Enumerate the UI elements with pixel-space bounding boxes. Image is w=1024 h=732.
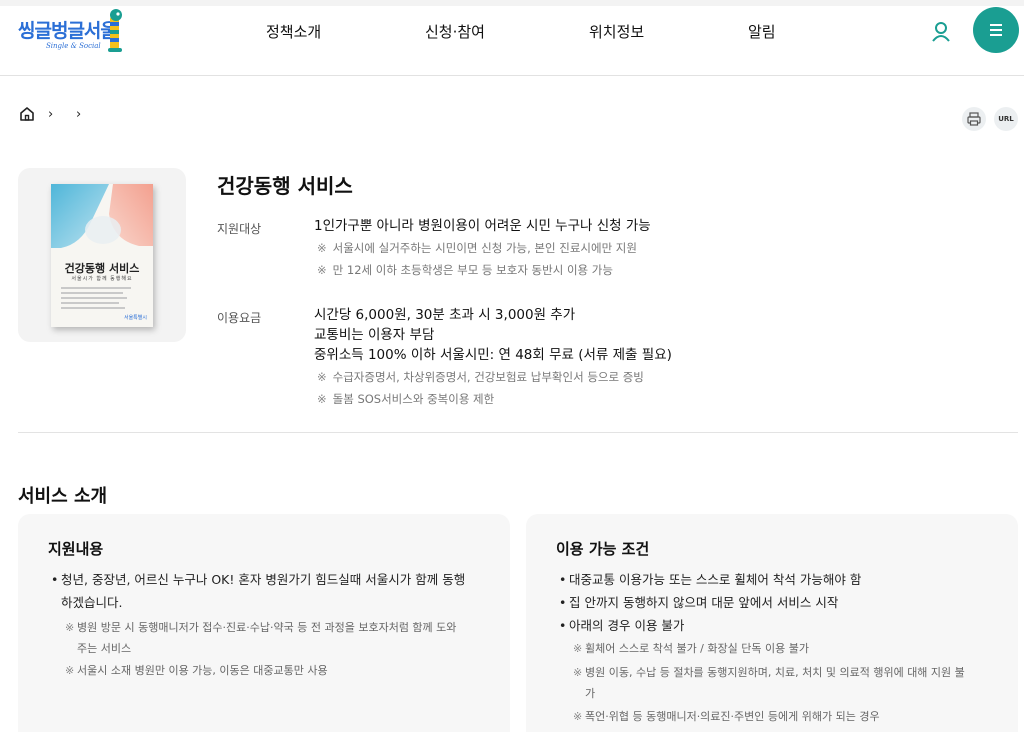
nav-policy[interactable]: 정책소개 [266,6,321,58]
poster-title: 건강동행 서비스 [64,262,140,275]
list-item-text: 집 안까지 동행하지 않으며 대문 앞에서 서비스 시작 [569,595,839,610]
hamburger-menu-button[interactable] [973,7,1019,53]
list-note: 병원 이동, 수납 등 절차를 동행지원하며, 치료, 처치 및 의료적 행위에… [573,662,973,704]
list-item: 아래의 경우 이용 불가 [559,614,979,637]
target-main: 1인가구뿐 아니라 병원이용이 어려운 시민 누구나 신청 가능 [314,218,651,234]
section-divider [18,432,1018,433]
holding-hands-illustration [51,184,153,254]
print-button[interactable] [962,107,986,131]
list-item-text: 아래의 경우 이용 불가 [569,618,685,633]
target-label: 지원대상 [217,222,262,236]
page-title: 건강동행 서비스 [217,174,353,198]
fee-note: 수급자증명서, 차상위증명서, 건강보험료 납부확인서 등으로 증빙 [317,369,644,385]
copy-url-button[interactable]: URL [994,107,1018,131]
list-note: 병원 방문 시 동행매니저가 접수·진료·수납·약국 등 전 과정을 보호자처럼… [65,617,465,659]
list-note: 휠체어 스스로 착석 불가 / 화장실 단독 이용 불가 [573,638,973,659]
poster-subtitle: 서울시가 함께 동행해요 [71,276,133,282]
user-icon[interactable] [929,20,953,44]
fee-line: 교통비는 이용자 부담 [314,327,435,343]
service-thumbnail: 건강동행 서비스 서울시가 함께 동행해요 서울특별시 [18,168,186,342]
card-title: 지원내용 [48,540,104,558]
target-note: 서울시에 실거주하는 시민이면 신청 가능, 본인 진료시에만 지원 [317,240,637,256]
list-item-text: 청년, 중장년, 어르신 누구나 OK! 혼자 병원가기 힘드실때 서울시가 함… [61,572,466,610]
fee-line: 시간당 6,000원, 30분 초과 시 3,000원 추가 [314,307,576,323]
breadcrumb: › › [18,104,92,124]
nav-location[interactable]: 위치정보 [589,6,644,58]
conditions-card: 이용 가능 조건 대중교통 이용가능 또는 스스로 휠체어 착석 가능해야 함 … [526,514,1018,732]
breadcrumb-separator: › [76,106,82,122]
card-title: 이용 가능 조건 [556,540,650,558]
printer-icon [967,112,981,126]
list-note-text: 병원 방문 시 동행매니저가 접수·진료·수납·약국 등 전 과정을 보호자처럼… [77,621,457,655]
mascot-icon [108,9,122,52]
site-header: 씽글벙글서울 Single & Social 정책소개 신청·참여 위치정보 알… [0,6,1024,76]
list-item: 청년, 중장년, 어르신 누구나 OK! 혼자 병원가기 힘드실때 서울시가 함… [51,568,471,614]
support-content-card: 지원내용 청년, 중장년, 어르신 누구나 OK! 혼자 병원가기 힘드실때 서… [18,514,510,732]
nav-notice[interactable]: 알림 [748,6,776,58]
poster-body-lines [61,287,131,312]
list-note-text: 폭언·위협 등 동행매니저·의료진·주변인 등에게 위해가 되는 경우 [585,710,880,723]
list-item: 대중교통 이용가능 또는 스스로 휠체어 착석 가능해야 함 [559,568,979,591]
breadcrumb-separator: › [48,106,54,122]
list-note-text: 휠체어 스스로 착석 불가 / 화장실 단독 이용 불가 [585,642,809,655]
list-note-text: 병원 이동, 수납 등 절차를 동행지원하며, 치료, 처치 및 의료적 행위에… [585,666,965,700]
poster-logo: 서울특별시 [123,315,147,321]
fee-note: 돌봄 SOS서비스와 중복이용 제한 [317,391,495,407]
fee-line: 중위소득 100% 이하 서울시민: 연 48회 무료 (서류 제출 필요) [314,347,672,363]
site-logo[interactable]: 씽글벙글서울 Single & Social [16,9,128,60]
list-item-text: 대중교통 이용가능 또는 스스로 휠체어 착석 가능해야 함 [569,572,862,587]
home-icon[interactable] [18,105,36,123]
list-note-text: 서울시 소재 병원만 이용 가능, 이동은 대중교통만 사용 [77,664,328,677]
fee-label: 이용요금 [217,311,262,325]
nav-apply[interactable]: 신청·참여 [425,6,485,58]
logo-tagline: Single & Social [46,42,101,50]
target-note: 만 12세 이하 초등학생은 부모 등 보호자 동반시 이용 가능 [317,262,613,278]
list-note: 폭언·위협 등 동행매니저·의료진·주변인 등에게 위해가 되는 경우 [573,706,973,727]
service-poster-image: 건강동행 서비스 서울시가 함께 동행해요 서울특별시 [51,184,153,327]
section-title: 서비스 소개 [18,486,108,507]
list-note: 서울시 소재 병원만 이용 가능, 이동은 대중교통만 사용 [65,660,465,681]
list-item: 집 안까지 동행하지 않으며 대문 앞에서 서비스 시작 [559,591,979,614]
